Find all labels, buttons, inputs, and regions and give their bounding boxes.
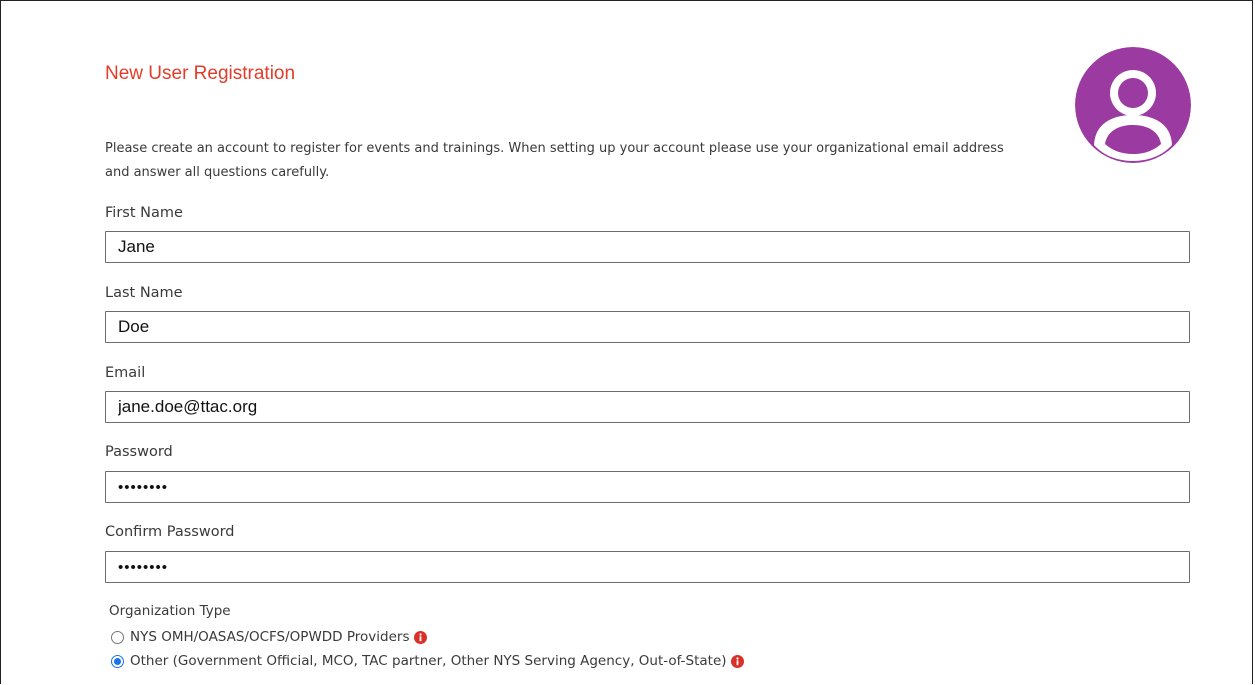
info-icon[interactable] [413,630,427,644]
intro-text: Please create an account to register for… [105,141,1004,180]
org-type-option-label: Other (Government Official, MCO, TAC par… [130,653,727,669]
last-name-label: Last Name [105,285,183,301]
password-label: Password [105,444,173,460]
email-input[interactable] [105,391,1190,423]
first-name-label: First Name [105,205,183,221]
organization-type-label: Organization Type [109,603,231,619]
last-name-input[interactable] [105,311,1190,343]
email-label: Email [105,365,146,381]
user-avatar-icon [1075,47,1191,163]
org-type-option-label: NYS OMH/OASAS/OCFS/OPWDD Providers [130,629,410,645]
org-type-option-other[interactable]: Other (Government Official, MCO, TAC par… [111,653,744,669]
page-title: New User Registration [105,63,296,84]
info-icon[interactable] [730,654,744,668]
confirm-password-input[interactable] [105,551,1190,583]
org-type-option-providers[interactable]: NYS OMH/OASAS/OCFS/OPWDD Providers [111,629,427,645]
radio-other[interactable] [111,654,124,668]
registration-card: New User Registration Please create an a… [0,0,1253,684]
first-name-input[interactable] [105,231,1190,263]
radio-providers[interactable] [111,630,124,644]
confirm-password-label: Confirm Password [105,524,235,540]
password-input[interactable] [105,471,1190,503]
